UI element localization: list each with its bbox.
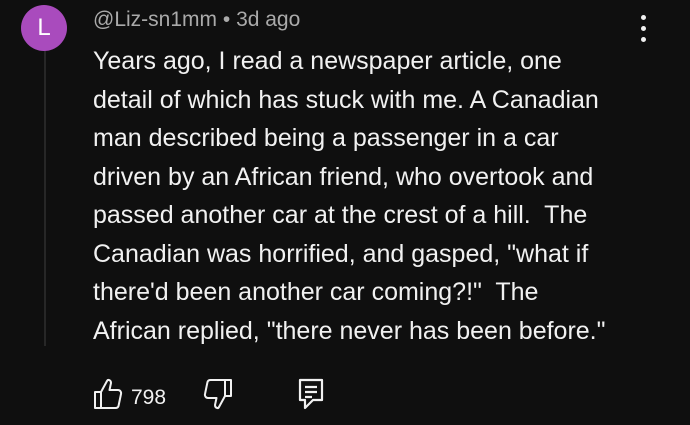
comment-header: @Liz-sn1mm • 3d ago bbox=[93, 7, 300, 33]
comment-line: there'd been another car coming?!" The bbox=[93, 278, 539, 306]
comment-line: driven by an African friend, who overtoo… bbox=[93, 162, 594, 191]
thumbs-up-icon bbox=[94, 378, 123, 409]
comment-line: Canadian was horrified, and gasped, "wha… bbox=[93, 239, 589, 268]
thumbs-down-icon bbox=[203, 379, 232, 410]
reply-button[interactable] bbox=[297, 377, 325, 416]
more-vert-icon[interactable] bbox=[633, 12, 655, 46]
comment-line: man described being a passenger in a car bbox=[93, 124, 559, 152]
comment-time[interactable]: 3d ago bbox=[236, 8, 300, 31]
comment-line: passed another car at the crest of a hil… bbox=[93, 201, 588, 229]
author-name[interactable]: @Liz-sn1mm bbox=[93, 8, 217, 31]
header-separator: • bbox=[222, 8, 231, 31]
comment-line: Years ago, I read a newspaper article, o… bbox=[93, 47, 562, 75]
comment-line: detail of which has stuck with me. A Can… bbox=[93, 85, 599, 114]
reply-comment-icon bbox=[298, 378, 324, 410]
thread-line bbox=[44, 46, 46, 346]
avatar-letter: L bbox=[37, 14, 51, 41]
comment-line: African replied, "there never has been b… bbox=[93, 316, 606, 345]
like-count: 798 bbox=[131, 386, 167, 409]
avatar[interactable]: L bbox=[21, 5, 67, 51]
comment-text: Years ago, I read a newspaper article, o… bbox=[93, 42, 673, 350]
like-button[interactable] bbox=[93, 377, 123, 416]
dislike-button[interactable] bbox=[201, 377, 233, 416]
